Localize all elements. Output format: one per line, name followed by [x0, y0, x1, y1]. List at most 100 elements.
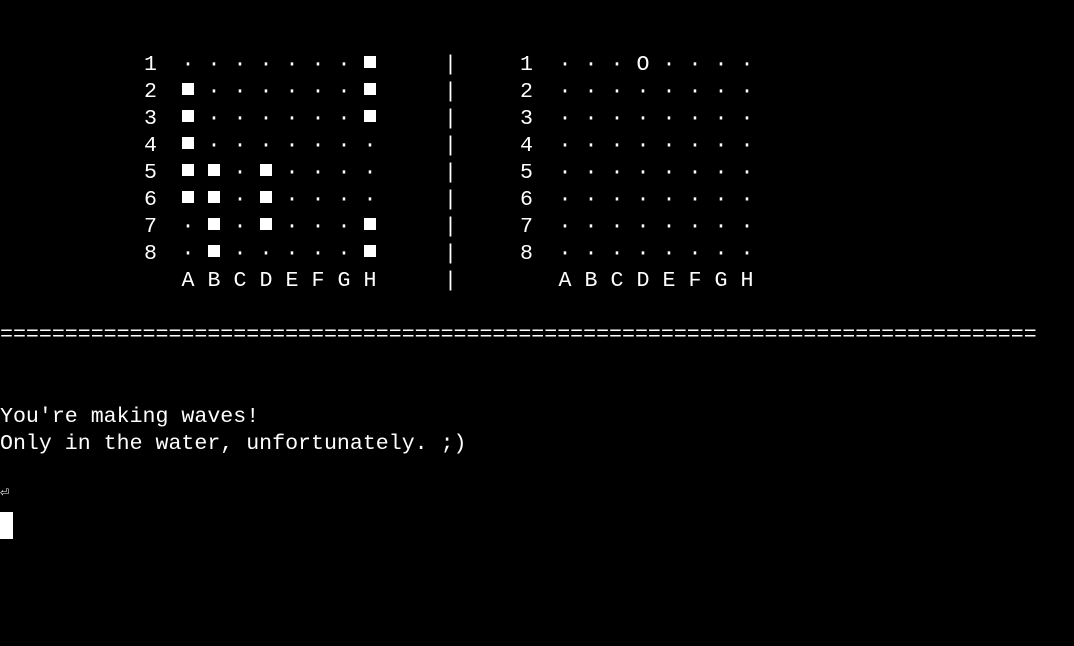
message-line-1: You're making waves! — [0, 405, 260, 429]
opponent-water-dot — [734, 79, 760, 106]
opponent-water-dot — [604, 52, 630, 79]
opponent-column-label: F — [688, 269, 702, 293]
opponent-column-label: H — [740, 269, 754, 293]
player-column-label: D — [259, 269, 273, 293]
player-water-dot — [305, 79, 331, 106]
player-ship-square-icon — [201, 241, 227, 268]
player-water-dot — [227, 52, 253, 79]
opponent-column-label: C — [610, 269, 624, 293]
opponent-water-dot — [734, 241, 760, 268]
board-separator: | — [444, 242, 457, 266]
player-ship-square-icon — [357, 241, 383, 268]
opponent-water-dot — [552, 106, 578, 133]
opponent-water-dot — [630, 79, 656, 106]
opponent-water-dot — [578, 160, 604, 187]
player-water-dot — [331, 187, 357, 214]
opponent-water-dot — [552, 160, 578, 187]
player-water-dot — [305, 214, 331, 241]
opponent-water-dot — [682, 106, 708, 133]
player-row-label: 5 — [144, 161, 157, 185]
player-ship-square-icon — [357, 214, 383, 241]
board-row: 7 | 7 — [0, 214, 1074, 241]
player-row-label: 8 — [144, 242, 157, 266]
opponent-water-dot — [604, 160, 630, 187]
player-water-dot — [357, 187, 383, 214]
player-water-dot — [331, 214, 357, 241]
player-column-label: A — [181, 269, 195, 293]
opponent-row-label: 5 — [520, 161, 533, 185]
player-row-label: 6 — [144, 188, 157, 212]
player-water-dot — [279, 52, 305, 79]
board-row: 3 | 3 — [0, 106, 1074, 133]
opponent-water-dot — [656, 160, 682, 187]
opponent-water-dot — [682, 214, 708, 241]
player-water-dot — [227, 106, 253, 133]
player-water-dot — [279, 106, 305, 133]
player-water-dot — [305, 133, 331, 160]
player-water-dot — [227, 160, 253, 187]
opponent-water-dot — [682, 160, 708, 187]
enter-icon: ⏎ — [0, 485, 10, 502]
opponent-row-label: 4 — [520, 134, 533, 158]
player-ship-square-icon — [357, 106, 383, 133]
block-cursor[interactable] — [0, 512, 13, 539]
board-row: 2 | 2 — [0, 79, 1074, 106]
opponent-water-dot — [578, 106, 604, 133]
player-row-label: 4 — [144, 134, 157, 158]
player-water-dot — [305, 241, 331, 268]
opponent-row-label: 8 — [520, 242, 533, 266]
player-column-label: H — [363, 269, 377, 293]
opponent-water-dot — [552, 241, 578, 268]
player-column-label: F — [311, 269, 325, 293]
player-water-dot — [279, 160, 305, 187]
opponent-water-dot — [656, 106, 682, 133]
player-water-dot — [305, 187, 331, 214]
player-ship-square-icon — [175, 133, 201, 160]
terminal-window: 1|12|23|34|45|56|67|78|8ABCDEFGH|ABCDEFG… — [0, 0, 1074, 646]
opponent-water-dot — [708, 106, 734, 133]
player-row-label: 7 — [144, 215, 157, 239]
opponent-column-label: G — [714, 269, 728, 293]
board-row: 8 | 8 — [0, 241, 1074, 268]
player-row-label: 2 — [144, 80, 157, 104]
player-water-dot — [201, 52, 227, 79]
opponent-water-dot — [604, 214, 630, 241]
opponent-water-dot — [578, 214, 604, 241]
player-water-dot — [357, 160, 383, 187]
opponent-water-dot — [734, 133, 760, 160]
player-water-dot — [253, 79, 279, 106]
player-water-dot — [201, 79, 227, 106]
player-water-dot — [227, 187, 253, 214]
player-water-dot — [227, 214, 253, 241]
player-ship-square-icon — [201, 160, 227, 187]
opponent-water-dot — [734, 187, 760, 214]
opponent-water-dot — [734, 52, 760, 79]
opponent-water-dot — [578, 79, 604, 106]
opponent-row-label: 2 — [520, 80, 533, 104]
opponent-water-dot — [604, 106, 630, 133]
player-ship-square-icon — [201, 187, 227, 214]
opponent-water-dot — [578, 187, 604, 214]
divider-line: ========================================… — [0, 323, 1037, 347]
opponent-water-dot — [708, 133, 734, 160]
opponent-water-dot — [734, 214, 760, 241]
player-column-label: E — [285, 269, 299, 293]
player-column-label: G — [337, 269, 351, 293]
board-row: 5 | 5 — [0, 160, 1074, 187]
board-separator: | — [444, 188, 457, 212]
board-separator: | — [444, 53, 457, 77]
opponent-water-dot — [708, 52, 734, 79]
opponent-water-dot — [656, 133, 682, 160]
opponent-water-dot — [630, 106, 656, 133]
opponent-water-dot — [604, 187, 630, 214]
opponent-water-dot — [708, 214, 734, 241]
opponent-water-dot — [630, 187, 656, 214]
opponent-water-dot — [552, 214, 578, 241]
opponent-water-dot — [656, 79, 682, 106]
player-water-dot — [253, 133, 279, 160]
opponent-column-label: B — [584, 269, 598, 293]
opponent-water-dot — [604, 241, 630, 268]
opponent-water-dot — [682, 79, 708, 106]
player-row-label: 3 — [144, 107, 157, 131]
board-row: 1 | 1 — [0, 52, 1074, 79]
